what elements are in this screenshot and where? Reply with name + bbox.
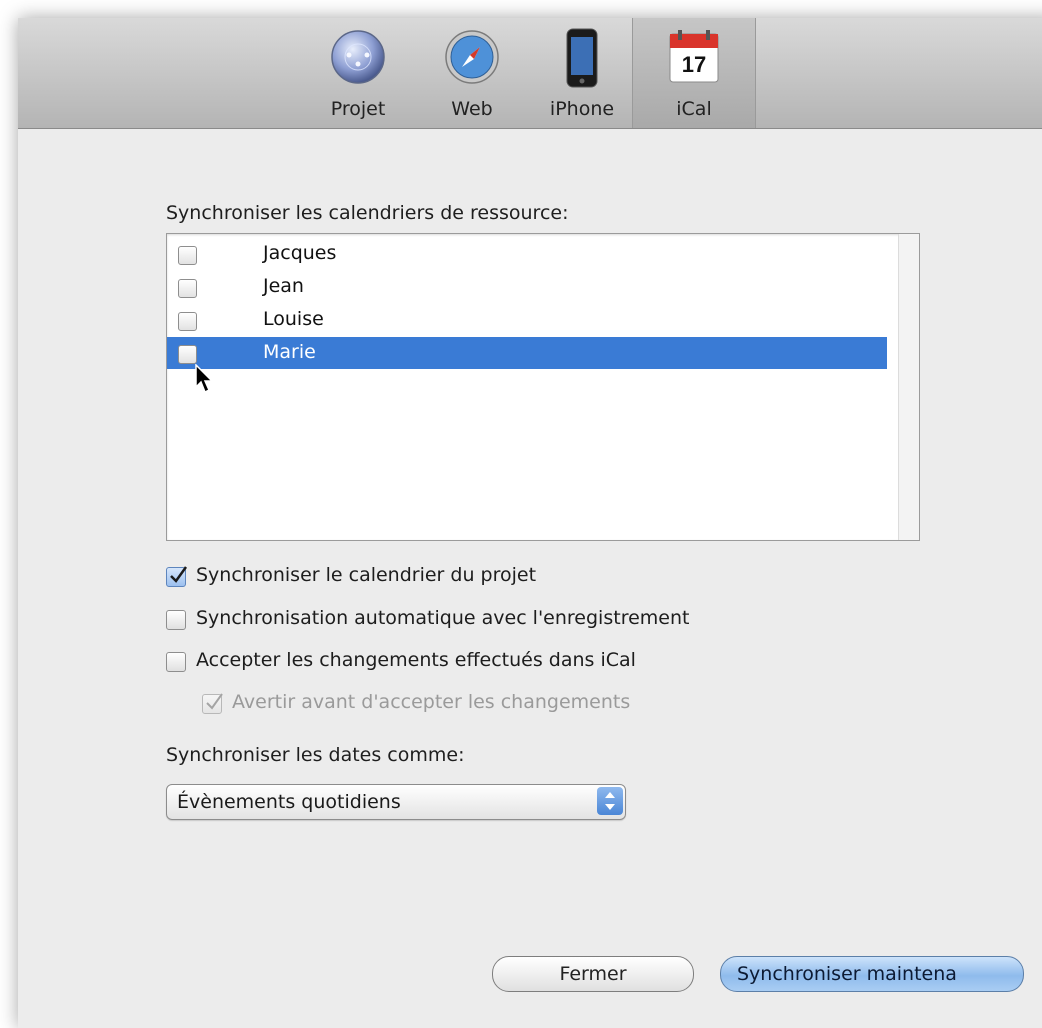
mouse-pointer-icon	[195, 363, 215, 398]
list-item-selected[interactable]: Marie	[167, 337, 887, 369]
iphone-icon	[565, 28, 599, 92]
accept-ical-changes-checkbox[interactable]	[166, 652, 186, 672]
resource-checkbox[interactable]	[178, 345, 197, 364]
resource-list[interactable]: Jacques Jean Louise Marie	[166, 233, 920, 541]
tab-label: Web	[451, 98, 493, 120]
tab-iphone[interactable]: iPhone	[532, 18, 632, 128]
tab-ical[interactable]: 17 iCal	[632, 18, 756, 128]
tab-label: Projet	[330, 98, 386, 120]
list-item[interactable]: Jean	[167, 271, 887, 303]
calendar-day: 17	[682, 52, 706, 77]
option-label: Accepter les changements effectués dans …	[196, 649, 636, 671]
tab-web[interactable]: Web	[422, 18, 522, 128]
toolbar: Projet Web iPhone 17 iCal	[18, 18, 1042, 129]
resource-name: Marie	[263, 341, 316, 363]
resource-checkbox[interactable]	[178, 279, 197, 298]
popup-arrows-icon	[597, 787, 623, 815]
tab-projet[interactable]: Projet	[308, 18, 408, 128]
sync-project-calendar-checkbox[interactable]	[166, 566, 188, 587]
sync-project-calendar-option[interactable]: Synchroniser le calendrier du projet	[166, 563, 666, 591]
resources-label: Synchroniser les calendriers de ressourc…	[166, 202, 569, 224]
dates-popup[interactable]: Évènements quotidiens	[166, 784, 626, 820]
resource-checkbox[interactable]	[178, 312, 197, 331]
tab-label: iCal	[676, 98, 712, 120]
list-item[interactable]: Jacques	[167, 238, 887, 270]
warn-before-accept-option: Avertir avant d'accepter les changements	[202, 690, 722, 718]
close-button[interactable]: Fermer	[492, 956, 694, 992]
option-label: Avertir avant d'accepter les changements	[232, 691, 631, 713]
resource-name: Jacques	[263, 242, 337, 264]
dates-label: Synchroniser les dates comme:	[166, 744, 465, 766]
project-globe-icon	[329, 28, 387, 90]
warn-before-accept-checkbox	[202, 693, 223, 714]
resource-name: Jean	[263, 275, 304, 297]
list-scrollbar[interactable]	[898, 234, 919, 540]
accept-ical-changes-option[interactable]: Accepter les changements effectués dans …	[166, 648, 766, 676]
option-label: Synchroniser le calendrier du projet	[196, 564, 537, 586]
resource-name: Louise	[263, 308, 324, 330]
preferences-window: Projet Web iPhone 17 iCal Synchroniser l…	[18, 18, 1042, 1028]
safari-compass-icon	[443, 28, 501, 90]
sync-now-button[interactable]: Synchroniser maintena	[720, 956, 1024, 992]
ical-calendar-icon: 17	[666, 28, 722, 90]
dates-popup-value: Évènements quotidiens	[177, 791, 401, 813]
auto-sync-checkbox[interactable]	[166, 610, 186, 630]
list-item[interactable]: Louise	[167, 304, 887, 336]
resource-checkbox[interactable]	[178, 246, 197, 265]
auto-sync-option[interactable]: Synchronisation automatique avec l'enreg…	[166, 606, 806, 634]
tab-label: iPhone	[549, 98, 615, 120]
option-label: Synchronisation automatique avec l'enreg…	[196, 607, 690, 629]
